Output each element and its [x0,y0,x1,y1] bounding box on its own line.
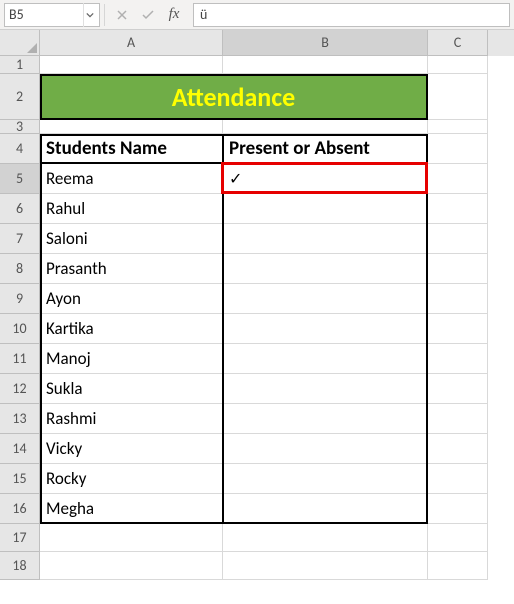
cell-C2[interactable] [428,74,488,120]
col-header-A[interactable]: A [40,30,223,56]
enter-icon[interactable] [135,3,161,27]
cell-A1[interactable] [40,56,223,74]
row-header-14[interactable]: 14 [0,434,40,464]
cell-C13[interactable] [428,404,488,434]
border-line [40,162,428,164]
cell-B18[interactable] [223,552,428,580]
cell-A16[interactable]: Megha [40,494,223,524]
cell-A14[interactable]: Vicky [40,434,223,464]
cell-B12[interactable] [223,374,428,404]
row-header-8[interactable]: 8 [0,254,40,284]
cell-A12[interactable]: Sukla [40,374,223,404]
cell-B9[interactable] [223,284,428,314]
cell-A3[interactable] [40,120,223,134]
border-line [40,522,428,524]
cell-C1[interactable] [428,56,488,74]
cell-C15[interactable] [428,464,488,494]
fx-icon[interactable]: fx [161,3,187,27]
cell-B15[interactable] [223,464,428,494]
cell-C12[interactable] [428,374,488,404]
row-header-16[interactable]: 16 [0,494,40,524]
row-headers: 123456789101112131415161718 [0,56,40,580]
cell-C7[interactable] [428,224,488,254]
cell-B3[interactable] [223,120,428,134]
cell-C9[interactable] [428,284,488,314]
cell-A11[interactable]: Manoj [40,344,223,374]
row-header-6[interactable]: 6 [0,194,40,224]
col-header-B[interactable]: B [223,30,428,56]
border-line [40,118,428,120]
row-header-4[interactable]: 4 [0,134,40,164]
cell-C14[interactable] [428,434,488,464]
row-header-15[interactable]: 15 [0,464,40,494]
row-header-1[interactable]: 1 [0,56,40,74]
row-header-17[interactable]: 17 [0,524,40,552]
cell-B8[interactable] [223,254,428,284]
name-box-value: B5 [9,6,24,23]
cell-B1[interactable] [223,56,428,74]
cell-A6[interactable]: Rahul [40,194,223,224]
row-header-13[interactable]: 13 [0,404,40,434]
border-line [40,134,428,136]
row-header-12[interactable]: 12 [0,374,40,404]
cell-B7[interactable] [223,224,428,254]
row-header-10[interactable]: 10 [0,314,40,344]
column-headers: ABC [40,30,514,56]
cell-C18[interactable] [428,552,488,580]
cell-A17[interactable] [40,524,223,552]
select-all-corner[interactable] [0,30,40,56]
cell-C10[interactable] [428,314,488,344]
cell-B17[interactable] [223,524,428,552]
name-box-dropdown-icon[interactable] [83,3,95,27]
cell-C17[interactable] [428,524,488,552]
row-header-11[interactable]: 11 [0,344,40,374]
row-header-5[interactable]: 5 [0,164,40,194]
cell-B6[interactable] [223,194,428,224]
border-line [40,134,42,524]
cell-B10[interactable] [223,314,428,344]
formula-input[interactable]: ü [193,3,510,27]
row-header-7[interactable]: 7 [0,224,40,254]
formula-bar: B5 fx ü [0,0,514,30]
name-box[interactable]: B5 [4,3,100,27]
cell-C16[interactable] [428,494,488,524]
row-header-2[interactable]: 2 [0,74,40,120]
border-line [426,74,428,120]
cell-A15[interactable]: Rocky [40,464,223,494]
cell-A9[interactable]: Ayon [40,284,223,314]
border-line [40,74,428,76]
cell-A4[interactable]: Students Name [40,134,223,164]
formula-input-text: ü [200,6,207,23]
cell-A13[interactable]: Rashmi [40,404,223,434]
cell-B5[interactable]: ✓ [223,164,428,194]
cell-B14[interactable] [223,434,428,464]
cell-C5[interactable] [428,164,488,194]
cell-B11[interactable] [223,344,428,374]
row-header-9[interactable]: 9 [0,284,40,314]
cell-C8[interactable] [428,254,488,284]
cell-B13[interactable] [223,404,428,434]
cell-A5[interactable]: Reema [40,164,223,194]
cell-B16[interactable] [223,494,428,524]
row-header-3[interactable]: 3 [0,120,40,134]
border-line [222,134,224,524]
cell-A10[interactable]: Kartika [40,314,223,344]
cancel-icon[interactable] [109,3,135,27]
cell-C6[interactable] [428,194,488,224]
cell-A18[interactable] [40,552,223,580]
cell-C11[interactable] [428,344,488,374]
cell-C4[interactable] [428,134,488,164]
cell-A2[interactable]: Attendance [40,74,428,120]
cell-C3[interactable] [428,120,488,134]
cell-B4[interactable]: Present or Absent [223,134,428,164]
border-line [426,134,428,524]
cell-A8[interactable]: Prasanth [40,254,223,284]
border-line [40,74,42,120]
cell-A7[interactable]: Saloni [40,224,223,254]
separator [104,4,105,26]
col-header-C[interactable]: C [428,30,488,56]
row-header-18[interactable]: 18 [0,552,40,580]
